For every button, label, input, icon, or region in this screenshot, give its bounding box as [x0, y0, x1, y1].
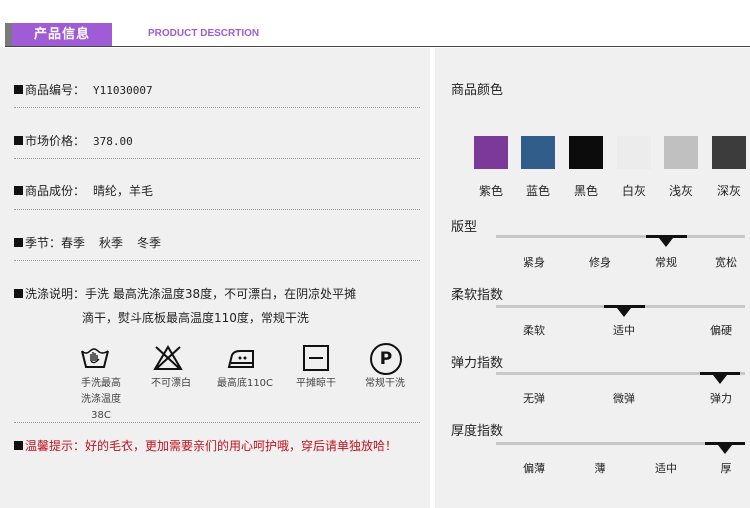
fit-option: 修身	[589, 256, 611, 269]
care-warning-text: 温馨提示：好的毛衣，更加需要亲们的用心呵护哦，穿后请单独放哈！	[25, 439, 398, 453]
row-divider	[14, 107, 420, 108]
thickness-scale-title: 厚度指数	[451, 424, 504, 439]
product-code-label: 商品编号：	[25, 83, 86, 97]
thickness-scale-marker	[718, 445, 732, 454]
fit-scale-title: 版型	[451, 220, 478, 235]
no-bleach-label: 不可漂白	[151, 378, 191, 389]
colors-title: 商品颜色	[451, 83, 504, 98]
color-swatch-blue[interactable]	[521, 136, 555, 169]
thickness-option: 适中	[655, 462, 677, 475]
softness-option: 柔软	[523, 324, 545, 337]
hand-wash-label: 手洗最高 洗涤温度38C	[72, 376, 130, 424]
material-label: 商品成份：	[25, 184, 86, 198]
color-label-light-gray: 浅灰	[668, 184, 693, 198]
elasticity-option: 微弹	[613, 392, 635, 405]
elasticity-scale-title: 弹力指数	[451, 356, 504, 371]
market-price-row: 市场价格： 378.00	[14, 132, 133, 149]
color-label-blue: 蓝色	[525, 184, 550, 198]
wash-text-line1: 手洗 最高洗涤温度38度，不可漂白，在阴凉处平摊	[85, 287, 357, 301]
wash-label: 洗涤说明：	[25, 287, 86, 301]
header-accent	[5, 23, 12, 47]
fit-scale-bar	[496, 235, 745, 238]
color-label-white-gray: 白灰	[621, 184, 646, 198]
dry-flat-icon	[301, 343, 331, 377]
fit-option: 紧身	[523, 256, 545, 269]
attributes-panel	[435, 48, 750, 508]
softness-option: 偏硬	[710, 324, 732, 337]
dry-clean-icon: P	[370, 343, 402, 375]
elasticity-option-selected: 弹力	[710, 392, 732, 405]
bullet-square	[14, 186, 23, 195]
wash-text-line2: 滴干，熨斗底板最高温度110度，常规干洗	[82, 311, 309, 325]
color-swatch-dark-gray[interactable]	[712, 136, 746, 169]
hand-wash-label-line1: 手洗最高	[81, 378, 121, 389]
bullet-square	[14, 85, 23, 94]
market-price-label: 市场价格：	[25, 134, 86, 148]
fit-option: 宽松	[715, 256, 737, 269]
season-spring: 春季	[61, 236, 86, 250]
thickness-option-selected: 厚	[720, 462, 732, 475]
season-autumn: 秋季	[99, 236, 124, 250]
hand-wash-label-line2: 洗涤温度38C	[81, 394, 121, 421]
fit-option-selected: 常规	[655, 256, 677, 269]
bullet-square	[14, 289, 23, 298]
iron-icon	[226, 343, 256, 377]
product-code-row: 商品编号： Y11030007	[14, 81, 153, 98]
care-warning: 温馨提示：好的毛衣，更加需要亲们的用心呵护哦，穿后请单独放哈！	[14, 437, 397, 454]
material-row: 商品成份： 晴纶，羊毛	[14, 182, 153, 199]
season-row: 季节：春季 秋季 冬季	[14, 234, 161, 251]
color-swatch-black[interactable]	[569, 136, 603, 169]
dry-flat-label: 平摊晾干	[296, 378, 336, 389]
color-swatch-light-gray[interactable]	[664, 136, 698, 169]
fit-scale-marker	[659, 238, 673, 247]
season-label: 季节：	[25, 236, 62, 250]
no-bleach-icon	[153, 343, 183, 377]
iron-label: 最高底110C	[216, 378, 274, 389]
material-value: 晴纶，羊毛	[93, 184, 154, 198]
bullet-square	[14, 441, 23, 450]
color-label-black: 黑色	[573, 184, 598, 198]
softness-scale-marker	[617, 308, 631, 317]
season-winter: 冬季	[137, 236, 162, 250]
hand-wash-icon	[80, 343, 110, 377]
row-divider	[14, 422, 420, 423]
elasticity-option: 无弹	[523, 392, 545, 405]
header-divider	[5, 46, 750, 47]
softness-scale-title: 柔软指数	[451, 288, 504, 303]
header-subtitle: PRODUCT DESCRTION	[148, 28, 260, 39]
bullet-square	[14, 238, 23, 247]
product-info-tab: 产品信息	[12, 23, 112, 47]
thickness-option: 偏薄	[523, 462, 545, 475]
dry-clean-label: 常规干洗	[365, 378, 405, 389]
product-code-value: Y11030007	[93, 84, 153, 97]
row-divider	[14, 209, 420, 210]
color-label-purple: 紫色	[478, 184, 503, 198]
elasticity-scale-marker	[713, 375, 727, 384]
color-swatch-purple[interactable]	[474, 136, 508, 169]
color-swatch-white-gray[interactable]	[617, 136, 651, 169]
thickness-option: 薄	[594, 462, 606, 475]
bullet-square	[14, 136, 23, 145]
market-price-value: 378.00	[93, 135, 133, 148]
row-divider	[14, 158, 420, 159]
color-label-dark-gray: 深灰	[716, 184, 741, 198]
wash-instructions-row: 洗涤说明：手洗 最高洗涤温度38度，不可漂白，在阴凉处平摊	[14, 285, 356, 302]
softness-option-selected: 适中	[613, 324, 635, 337]
row-divider	[14, 260, 420, 261]
